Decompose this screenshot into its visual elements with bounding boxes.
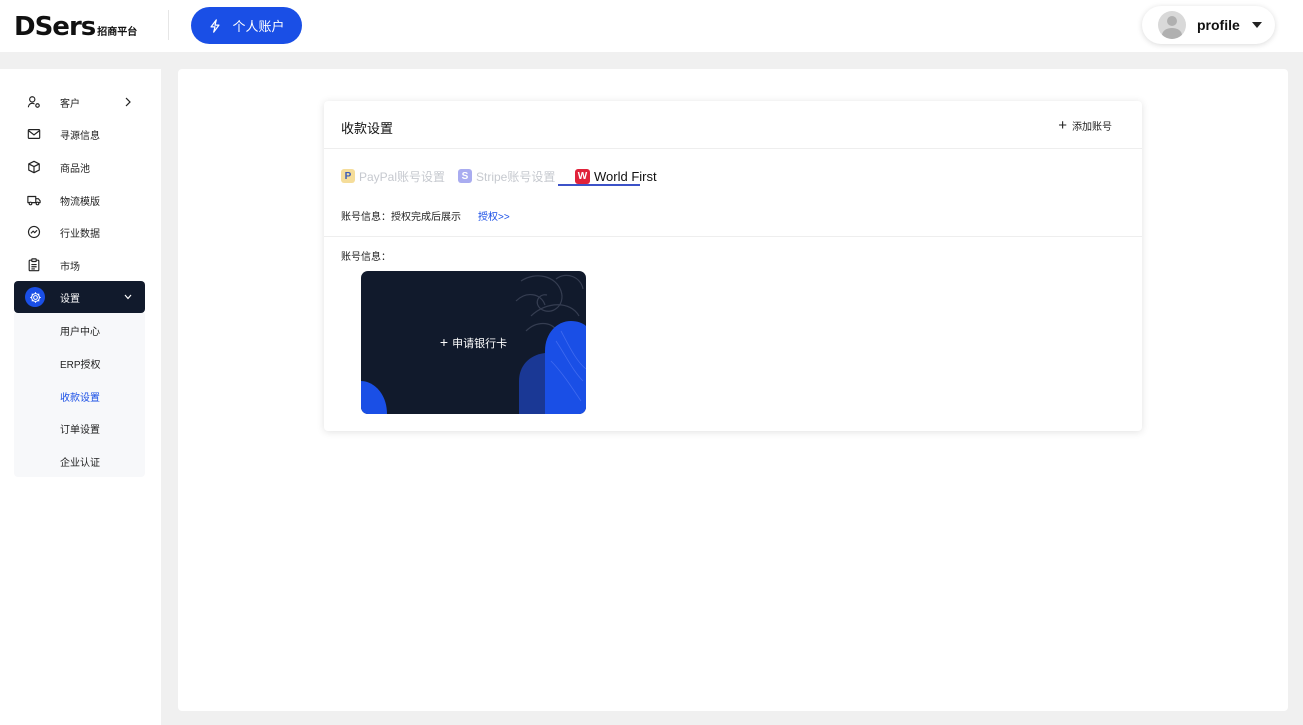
divider (324, 148, 1142, 149)
authorize-link[interactable]: 授权>> (478, 208, 510, 223)
sidebar-item-market[interactable]: 市场 (14, 249, 145, 281)
sidebar-item-label: 客户 (60, 98, 80, 110)
submenu-item-enterprise-verification[interactable]: 企业认证 (14, 445, 145, 477)
stripe-icon: S (458, 169, 472, 183)
tab-label: PayPal账号设置 (359, 169, 446, 184)
submenu-item-erp-auth[interactable]: ERP授权 (14, 347, 145, 379)
submenu-item-order-settings[interactable]: 订单设置 (14, 412, 145, 444)
sidebar-item-logistics[interactable]: 物流模版 (14, 184, 145, 216)
paypal-icon: P (341, 169, 355, 183)
chevron-down-icon (124, 294, 132, 300)
mail-icon (26, 126, 42, 142)
sidebar-item-product-pool[interactable]: 商品池 (14, 151, 145, 183)
caret-down-icon (1251, 22, 1262, 28)
logo-text: DSers (14, 12, 96, 42)
settings-submenu: 用户中心 ERP授权 收款设置 订单设置 企业认证 (14, 313, 145, 477)
top-header: DSers 招商平台 个人账户 profile (0, 0, 1303, 52)
payment-settings-card: 收款设置 + 添加账号 P PayPal账号设置 S Stripe账号设置 W … (324, 101, 1142, 431)
tab-paypal[interactable]: P PayPal账号设置 (341, 165, 445, 187)
lightning-icon (210, 18, 221, 33)
profile-name: profile (1197, 17, 1240, 33)
clipboard-icon (26, 257, 42, 273)
logo-subtitle: 招商平台 (97, 27, 138, 38)
truck-icon (26, 192, 42, 208)
account-info-label: 账号信息： (341, 252, 391, 263)
account-info-line: 账号信息：授权完成后展示 授权>> (341, 208, 510, 223)
card-title: 收款设置 (341, 121, 394, 136)
apply-bank-card-action: + 申请银行卡 (361, 271, 586, 414)
plus-icon: + (439, 334, 449, 350)
personal-account-label: 个人账户 (232, 19, 285, 34)
worldfirst-icon: W (575, 168, 590, 184)
tab-stripe[interactable]: S Stripe账号设置 (458, 165, 555, 187)
sidebar-item-sourcing[interactable]: 寻源信息 (14, 118, 145, 150)
dsers-logo[interactable]: DSers 招商平台 (14, 12, 137, 40)
submenu-item-payment-settings[interactable]: 收款设置 (14, 380, 145, 412)
apply-bank-card[interactable]: + 申请银行卡 (361, 271, 586, 414)
sidebar: 客户 寻源信息 商品池 物流模版 行业数据 市场 设置 用户中心 ERP授权 收… (0, 69, 161, 725)
active-tab-underline (558, 184, 640, 186)
sidebar-item-settings[interactable]: 设置 (14, 281, 145, 313)
plus-icon: + (1058, 116, 1067, 134)
sidebar-item-industry-data[interactable]: 行业数据 (14, 216, 145, 248)
divider (324, 236, 1142, 237)
sidebar-item-customers[interactable]: 客户 (14, 86, 145, 118)
profile-menu[interactable]: profile (1142, 6, 1275, 44)
sidebar-item-label: 寻源信息 (60, 130, 100, 142)
personal-account-button[interactable]: 个人账户 (191, 7, 302, 44)
sidebar-item-label: 设置 (60, 293, 80, 305)
sidebar-item-label: 行业数据 (60, 228, 100, 240)
user-icon (26, 94, 42, 110)
account-info-text: 账号信息：授权完成后展示 (341, 212, 461, 223)
apply-bank-card-label: 申请银行卡 (452, 337, 508, 350)
header-divider (168, 10, 169, 40)
tab-label: Stripe账号设置 (476, 169, 556, 184)
avatar (1158, 11, 1186, 39)
add-account-button[interactable]: + 添加账号 (1058, 116, 1112, 134)
gear-icon (25, 287, 45, 307)
sidebar-item-label: 物流模版 (60, 196, 100, 208)
tab-label: World First (594, 168, 657, 184)
box-icon (26, 159, 42, 175)
chart-circle-icon (26, 224, 42, 240)
sidebar-item-label: 商品池 (60, 163, 90, 175)
submenu-item-user-center[interactable]: 用户中心 (14, 314, 145, 346)
sidebar-item-label: 市场 (60, 261, 80, 273)
main-content: 收款设置 + 添加账号 P PayPal账号设置 S Stripe账号设置 W … (178, 69, 1288, 711)
add-account-label: 添加账号 (1072, 122, 1112, 133)
chevron-right-icon (125, 97, 131, 107)
